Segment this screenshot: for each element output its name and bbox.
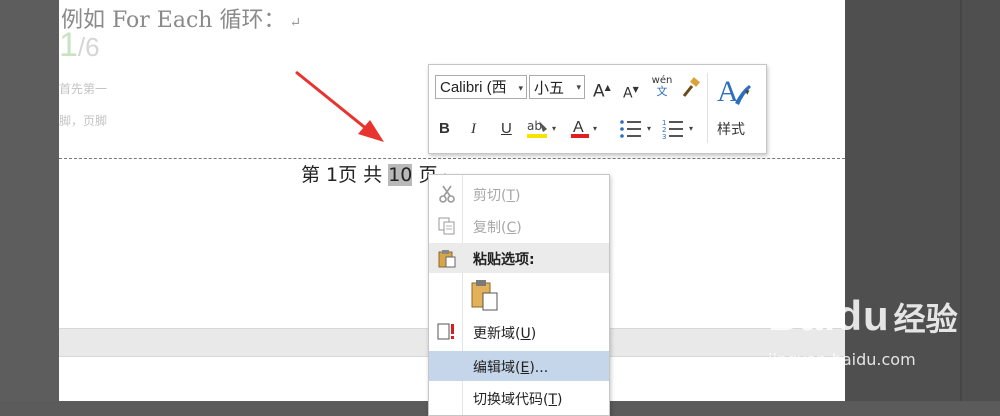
highlight-color-icon[interactable]: ab ▾ xyxy=(525,117,561,141)
grow-font-button[interactable]: A▲ xyxy=(593,79,611,101)
italic-button[interactable]: I xyxy=(471,120,476,138)
paragraph-mark: ↵ xyxy=(289,15,302,31)
red-arrow-annotation xyxy=(295,70,384,142)
toggle-field-key: T xyxy=(548,392,558,408)
scissors-icon xyxy=(439,185,455,203)
edit-field-label: 编辑域 xyxy=(473,360,515,376)
svg-text:3: 3 xyxy=(662,133,666,141)
step-total: /6 xyxy=(77,32,100,62)
shrink-font-icon: A xyxy=(623,85,633,102)
bullets-icon[interactable]: ▾ xyxy=(617,117,659,141)
copy-key: C xyxy=(506,220,517,236)
watermark-brand: Baidu xyxy=(768,292,890,339)
font-name-box[interactable]: Calibri (西 ▾ xyxy=(435,75,527,99)
svg-text:▾: ▾ xyxy=(745,88,750,98)
left-margin-background xyxy=(0,0,59,401)
svg-text:▾: ▾ xyxy=(647,124,651,133)
edit-field-key: E xyxy=(520,360,530,376)
menu-item-copy[interactable]: 复制(C) xyxy=(429,211,609,241)
grow-font-icon: A xyxy=(593,81,605,102)
clipboard-icon xyxy=(438,250,456,268)
step-number: 1/6 xyxy=(59,26,100,65)
step-current: 1 xyxy=(59,26,78,64)
font-name-value: Calibri (西 xyxy=(440,79,507,96)
update-field-icon xyxy=(437,323,454,340)
watermark-brand-cn: 经验 xyxy=(893,300,958,338)
selected-field[interactable]: 10 xyxy=(388,164,413,186)
context-menu: 剪切(T) 复制(C) 粘贴选项: 更新域(U) 编辑域(E)... 切换域代码… xyxy=(428,174,610,416)
font-size-box[interactable]: 小五 ▾ xyxy=(529,75,585,99)
edit-field-ellipsis: ... xyxy=(534,360,549,376)
menu-item-update-field[interactable]: 更新域(U) xyxy=(429,317,609,347)
baidu-watermark: Baidu 经验 jingyan.baidu.com xyxy=(768,292,958,369)
menu-header-paste-options: 粘贴选项: xyxy=(429,243,609,273)
bold-button[interactable]: B xyxy=(439,120,450,138)
copy-label: 复制 xyxy=(473,220,501,236)
footer-page-number[interactable]: 第 1页 共 10 页↵ xyxy=(301,160,448,187)
cut-label: 剪切 xyxy=(473,188,501,204)
svg-text:▾: ▾ xyxy=(552,124,556,133)
mini-toolbar: Calibri (西 ▾ 小五 ▾ A▲ A▼ wén 文 A ▾ 样式 B I… xyxy=(428,64,767,154)
cut-key: T xyxy=(506,188,516,204)
watermark-url: jingyan.baidu.com xyxy=(768,350,916,369)
underline-button[interactable]: U xyxy=(501,120,512,138)
shrink-font-button[interactable]: A▼ xyxy=(623,81,639,103)
footer-separator xyxy=(59,158,845,159)
copy-icon xyxy=(438,217,455,235)
svg-text:▾: ▾ xyxy=(689,124,693,133)
menu-item-edit-field[interactable]: 编辑域(E)... xyxy=(429,351,609,381)
menu-item-toggle-field-codes[interactable]: 切换域代码(T) xyxy=(429,383,609,413)
format-painter-icon[interactable] xyxy=(680,77,702,99)
numbering-icon[interactable]: 1 2 3 ▾ xyxy=(661,117,703,141)
svg-text:A: A xyxy=(573,119,584,136)
phonetic-bottom-text: 文 xyxy=(656,85,668,98)
background-text-1: 首先第一 xyxy=(59,82,108,96)
scrollbar-track[interactable] xyxy=(960,0,962,401)
styles-label[interactable]: 样式 xyxy=(717,119,745,139)
phonetic-guide-button[interactable]: wén 文 xyxy=(650,75,674,97)
footer-prefix: 第 1页 共 xyxy=(301,164,389,186)
toggle-field-label: 切换域代码 xyxy=(473,392,543,408)
svg-text:▾: ▾ xyxy=(593,124,597,133)
menu-item-cut[interactable]: 剪切(T) xyxy=(429,179,609,209)
paste-keep-text-icon[interactable] xyxy=(471,279,501,311)
chevron-down-icon[interactable]: ▾ xyxy=(518,76,523,98)
styles-icon[interactable]: A ▾ xyxy=(715,73,755,109)
font-size-value: 小五 xyxy=(534,79,565,97)
paste-options-label: 粘贴选项: xyxy=(473,252,535,268)
background-text-2: 脚，页脚 xyxy=(59,114,108,128)
right-pane-background xyxy=(845,0,1000,401)
svg-text:ab: ab xyxy=(527,119,542,133)
update-field-label: 更新域 xyxy=(473,326,515,342)
toolbar-divider xyxy=(707,73,708,143)
update-field-key: U xyxy=(520,326,531,342)
chevron-down-icon[interactable]: ▾ xyxy=(576,76,581,100)
font-color-icon[interactable]: A ▾ xyxy=(569,117,601,141)
